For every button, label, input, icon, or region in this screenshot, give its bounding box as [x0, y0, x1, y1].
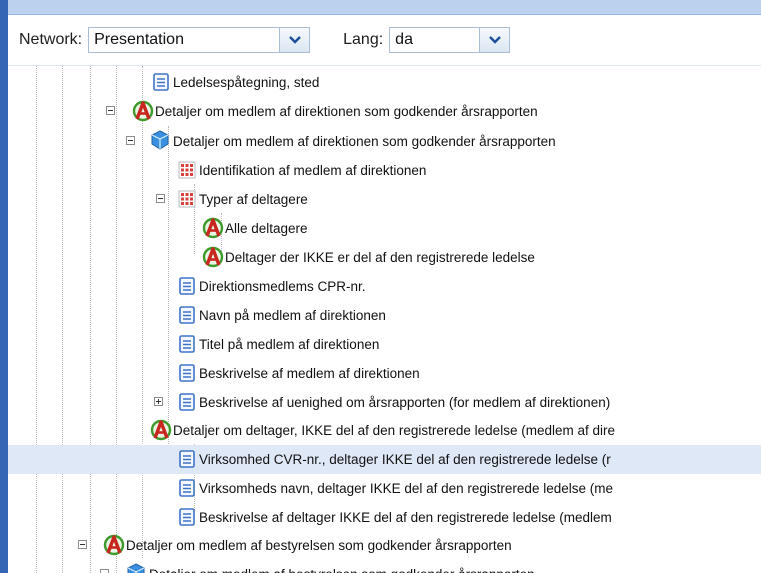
tree-node[interactable]: Beskrivelse af medlem af direktionen: [8, 359, 761, 388]
tree-node[interactable]: Identifikation af medlem af direktionen: [8, 156, 761, 185]
element-icon: [152, 73, 170, 91]
collapse-toggle-icon[interactable]: [106, 106, 115, 115]
element-icon: [178, 508, 196, 526]
abstract-icon: [202, 246, 224, 268]
tree-node-label[interactable]: Navn på medlem af direktionen: [199, 307, 386, 324]
presentation-tree[interactable]: Ledelsespåtegning, sted Detaljer om medle…: [8, 66, 761, 573]
tree-node-label[interactable]: Typer af deltagere: [199, 191, 308, 208]
collapse-toggle-icon[interactable]: [78, 540, 87, 549]
tree-node-label[interactable]: Beskrivelse af medlem af direktionen: [199, 365, 420, 382]
tree-node-label[interactable]: Detaljer om medlem af direktionen som go…: [173, 133, 556, 150]
cube-icon: [150, 130, 169, 150]
tree-node[interactable]: Direktionsmedlems CPR-nr.: [8, 272, 761, 301]
element-icon: [178, 364, 196, 382]
element-icon: [178, 335, 196, 353]
panel-header: [8, 0, 761, 15]
tree-node[interactable]: Detaljer om medlem af direktionen som go…: [8, 97, 761, 126]
tree-node[interactable]: Detaljer om medlem af bestyrelsen som go…: [8, 560, 761, 573]
tree-node-label[interactable]: Detaljer om medlem af direktionen som go…: [155, 103, 538, 120]
element-icon: [178, 277, 196, 295]
tree-node-label[interactable]: Alle deltagere: [225, 220, 308, 237]
tree-node[interactable]: Beskrivelse af uenighed om årsrapporten …: [8, 388, 761, 417]
abstract-icon: [132, 100, 154, 122]
tree-node-label[interactable]: Beskrivelse af uenighed om årsrapporten …: [199, 394, 610, 411]
tree-node[interactable]: Titel på medlem af direktionen: [8, 330, 761, 359]
tree-node[interactable]: Navn på medlem af direktionen: [8, 301, 761, 330]
collapse-toggle-icon[interactable]: [126, 136, 135, 145]
left-border: [0, 0, 8, 573]
tree-node-label[interactable]: Detaljer om medlem af bestyrelsen som go…: [149, 566, 535, 573]
tree-node[interactable]: Virksomhed CVR-nr., deltager IKKE del af…: [8, 445, 761, 474]
chevron-down-icon: [288, 36, 301, 44]
collapse-toggle-icon[interactable]: [156, 194, 165, 203]
table-icon: [178, 161, 196, 179]
chevron-down-icon: [488, 36, 501, 44]
tree-node-label[interactable]: Virksomhed CVR-nr., deltager IKKE del af…: [199, 451, 611, 468]
element-icon: [178, 479, 196, 497]
tree-node-label[interactable]: Deltager der IKKE er del af den registre…: [225, 249, 535, 266]
abstract-icon: [150, 419, 172, 441]
lang-combobox[interactable]: da: [389, 27, 511, 53]
tree-node-label[interactable]: Identifikation af medlem af direktionen: [199, 162, 426, 179]
tree-node[interactable]: Virksomheds navn, deltager IKKE del af d…: [8, 474, 761, 503]
tree-node-label[interactable]: Titel på medlem af direktionen: [199, 336, 379, 353]
abstract-icon: [103, 534, 125, 556]
tree-node-label[interactable]: Ledelsespåtegning, sted: [173, 74, 319, 91]
tree-node-label[interactable]: Direktionsmedlems CPR-nr.: [199, 278, 366, 295]
tree-node[interactable]: Deltager der IKKE er del af den registre…: [8, 243, 761, 272]
table-icon: [178, 190, 196, 208]
tree-node-label[interactable]: Beskrivelse af deltager IKKE del af den …: [199, 509, 612, 526]
lang-dropdown-button[interactable]: [479, 28, 510, 52]
lang-label: Lang:: [343, 31, 384, 48]
collapse-toggle-icon[interactable]: [100, 569, 109, 573]
network-combobox[interactable]: Presentation: [88, 27, 311, 53]
tree-node[interactable]: Beskrivelse af deltager IKKE del af den …: [8, 503, 761, 532]
expand-toggle-icon[interactable]: [154, 397, 163, 406]
lang-value[interactable]: da: [390, 31, 413, 49]
tree-node-label[interactable]: Detaljer om medlem af bestyrelsen som go…: [126, 537, 512, 554]
element-icon: [178, 450, 196, 468]
tree-node[interactable]: Detaljer om medlem af bestyrelsen som go…: [8, 531, 761, 560]
tree-node-label[interactable]: Virksomheds navn, deltager IKKE del af d…: [199, 480, 613, 497]
tree-node[interactable]: Typer af deltagere: [8, 185, 761, 214]
abstract-icon: [202, 217, 224, 239]
network-dropdown-button[interactable]: [279, 28, 310, 52]
tree-node-label[interactable]: Detaljer om deltager, IKKE del af den re…: [173, 422, 615, 439]
toolbar: Network: Presentation Lang: da: [8, 15, 761, 66]
tree-node[interactable]: Detaljer om medlem af direktionen som go…: [8, 127, 761, 156]
element-icon: [178, 393, 196, 411]
tree-node[interactable]: Ledelsespåtegning, sted: [8, 68, 761, 97]
element-icon: [178, 306, 196, 324]
tree-node[interactable]: Alle deltagere: [8, 214, 761, 243]
network-label: Network:: [19, 31, 83, 48]
network-value[interactable]: Presentation: [89, 31, 184, 49]
tree-node[interactable]: Detaljer om deltager, IKKE del af den re…: [8, 416, 761, 445]
cube-icon: [126, 563, 145, 573]
